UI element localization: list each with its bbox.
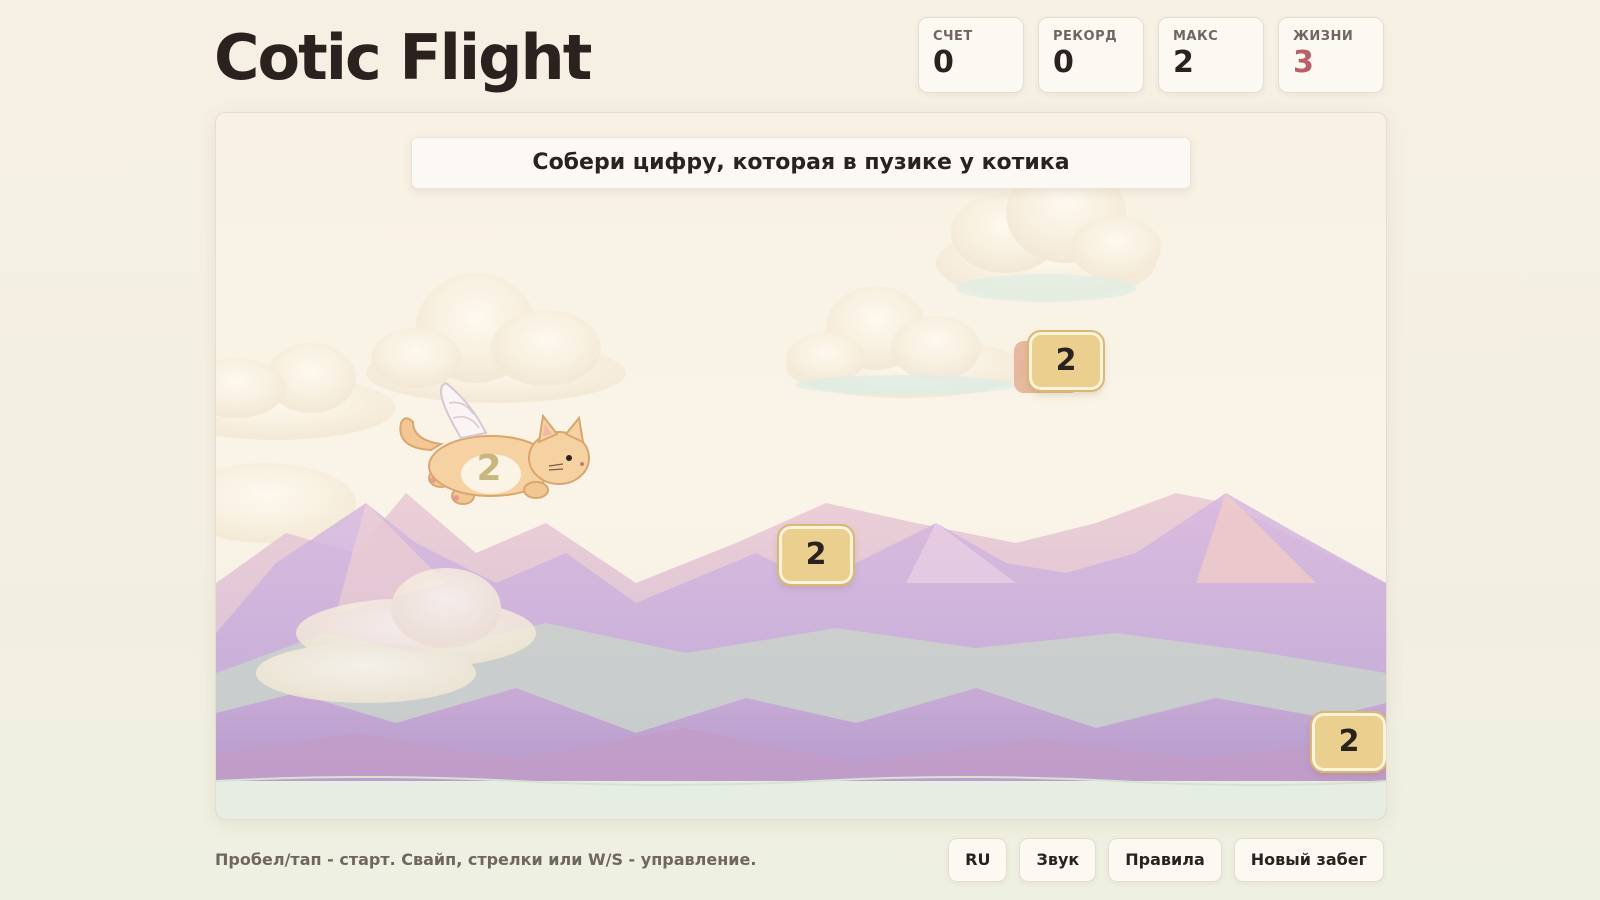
stats-panel: СЧЕТ 0 РЕКОРД 0 МАКС 2 ЖИЗНИ 3 bbox=[918, 17, 1384, 93]
stat-max-label: МАКС bbox=[1173, 29, 1219, 44]
stat-max-value: 2 bbox=[1173, 45, 1194, 80]
digit-token: 2 bbox=[1310, 711, 1386, 773]
language-button[interactable]: RU bbox=[948, 838, 1008, 882]
stat-record-label: РЕКОРД bbox=[1053, 29, 1118, 44]
cat-belly-number: 2 bbox=[476, 448, 502, 489]
rules-button[interactable]: Правила bbox=[1108, 838, 1222, 882]
stat-score-label: СЧЕТ bbox=[933, 29, 973, 44]
stat-lives-value: 3 bbox=[1293, 45, 1314, 80]
game-hint: Собери цифру, которая в пузике у котика bbox=[411, 137, 1191, 189]
game-title: Cotic Flight bbox=[214, 21, 592, 94]
sound-button[interactable]: Звук bbox=[1019, 838, 1097, 882]
digit-token: 2 bbox=[1027, 330, 1105, 392]
footer-toolbar: RU Звук Правила Новый забег bbox=[948, 838, 1384, 882]
stat-score: СЧЕТ 0 bbox=[918, 17, 1024, 93]
cloud-mid-right bbox=[786, 286, 1026, 398]
stat-lives-label: ЖИЗНИ bbox=[1293, 29, 1354, 44]
game-canvas[interactable]: Собери цифру, которая в пузике у котика … bbox=[215, 112, 1387, 820]
stat-score-value: 0 bbox=[933, 45, 954, 80]
stat-record-value: 0 bbox=[1053, 45, 1074, 80]
controls-hint: Пробел/тап - старт. Свайп, стрелки или W… bbox=[215, 850, 757, 869]
new-run-button[interactable]: Новый забег bbox=[1233, 838, 1384, 882]
wing-icon bbox=[440, 381, 488, 440]
stat-lives: ЖИЗНИ 3 bbox=[1278, 17, 1384, 93]
stat-max: МАКС 2 bbox=[1158, 17, 1264, 93]
digit-token: 2 bbox=[777, 524, 855, 586]
stat-record: РЕКОРД 0 bbox=[1038, 17, 1144, 93]
